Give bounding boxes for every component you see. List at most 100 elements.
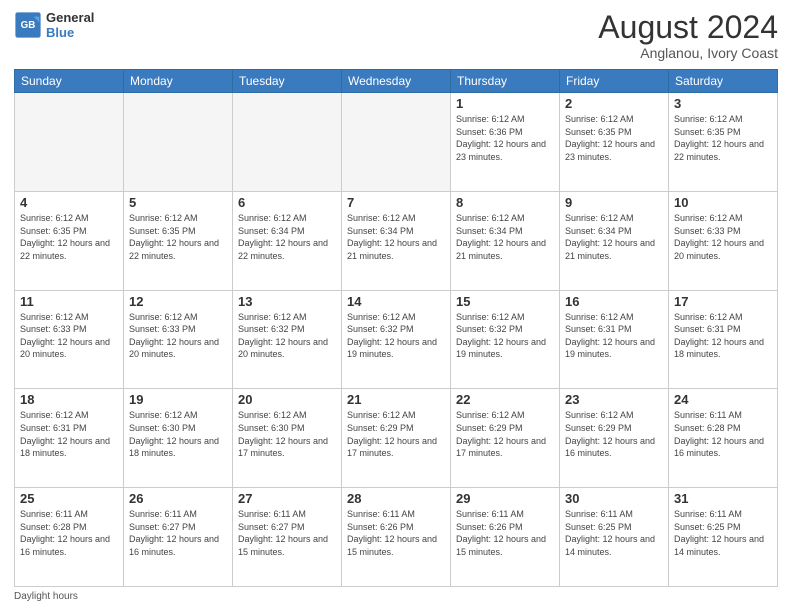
- day-info: Sunrise: 6:12 AM Sunset: 6:36 PM Dayligh…: [456, 113, 554, 163]
- day-info: Sunrise: 6:12 AM Sunset: 6:35 PM Dayligh…: [674, 113, 772, 163]
- day-number: 14: [347, 294, 445, 309]
- title-block: August 2024 Anglanou, Ivory Coast: [598, 10, 778, 61]
- day-info: Sunrise: 6:12 AM Sunset: 6:34 PM Dayligh…: [456, 212, 554, 262]
- day-number: 2: [565, 96, 663, 111]
- day-number: 1: [456, 96, 554, 111]
- calendar-cell: 10 Sunrise: 6:12 AM Sunset: 6:33 PM Dayli…: [669, 191, 778, 290]
- day-info: Sunrise: 6:12 AM Sunset: 6:33 PM Dayligh…: [674, 212, 772, 262]
- calendar-cell: 11Sunrise: 6:12 AM Sunset: 6:33 PM Dayli…: [15, 290, 124, 389]
- calendar-cell: 19 Sunrise: 6:12 AM Sunset: 6:30 PM Dayli…: [124, 389, 233, 488]
- day-number: 11: [20, 294, 118, 309]
- calendar-cell: [15, 93, 124, 192]
- day-number: 16: [565, 294, 663, 309]
- logo-text: General Blue: [46, 10, 94, 40]
- header-sunday: Sunday: [15, 70, 124, 93]
- day-info: Sunrise: 6:11 AM Sunset: 6:28 PM Dayligh…: [20, 508, 118, 558]
- calendar-cell: 13 Sunrise: 6:12 AM Sunset: 6:32 PM Dayli…: [233, 290, 342, 389]
- calendar-cell: 29 Sunrise: 6:11 AM Sunset: 6:26 PM Dayli…: [451, 488, 560, 587]
- calendar-cell: 20Sunrise: 6:12 AM Sunset: 6:30 PM Dayli…: [233, 389, 342, 488]
- logo: GB General Blue: [14, 10, 94, 40]
- day-number: 26: [129, 491, 227, 506]
- day-number: 6: [238, 195, 336, 210]
- day-number: 10: [674, 195, 772, 210]
- calendar-cell: 3 Sunrise: 6:12 AM Sunset: 6:35 PM Daylig…: [669, 93, 778, 192]
- day-number: 29: [456, 491, 554, 506]
- calendar-cell: [233, 93, 342, 192]
- calendar-cell: [342, 93, 451, 192]
- calendar-cell: 16 Sunrise: 6:12 AM Sunset: 6:31 PM Dayli…: [560, 290, 669, 389]
- calendar-week-4: 25Sunrise: 6:11 AM Sunset: 6:28 PM Dayli…: [15, 488, 778, 587]
- calendar-header-row: Sunday Monday Tuesday Wednesday Thursday…: [15, 70, 778, 93]
- day-number: 9: [565, 195, 663, 210]
- calendar-cell: 15 Sunrise: 6:12 AM Sunset: 6:32 PM Dayli…: [451, 290, 560, 389]
- header-saturday: Saturday: [669, 70, 778, 93]
- day-info: Sunrise: 6:12 AM Sunset: 6:34 PM Dayligh…: [565, 212, 663, 262]
- calendar-table: Sunday Monday Tuesday Wednesday Thursday…: [14, 69, 778, 587]
- calendar-cell: 1 Sunrise: 6:12 AM Sunset: 6:36 PM Daylig…: [451, 93, 560, 192]
- calendar-cell: [124, 93, 233, 192]
- day-number: 19: [129, 392, 227, 407]
- day-number: 24: [674, 392, 772, 407]
- day-number: 21: [347, 392, 445, 407]
- day-info: Sunrise: 6:12 AM Sunset: 6:33 PM Dayligh…: [129, 311, 227, 361]
- calendar-cell: 25Sunrise: 6:11 AM Sunset: 6:28 PM Dayli…: [15, 488, 124, 587]
- calendar-title: August 2024: [598, 10, 778, 45]
- day-info: Sunrise: 6:12 AM Sunset: 6:30 PM Dayligh…: [238, 409, 336, 459]
- day-info: Sunrise: 6:12 AM Sunset: 6:29 PM Dayligh…: [565, 409, 663, 459]
- calendar-cell: 14 Sunrise: 6:12 AM Sunset: 6:32 PM Dayli…: [342, 290, 451, 389]
- calendar-cell: 18Sunrise: 6:12 AM Sunset: 6:31 PM Dayli…: [15, 389, 124, 488]
- page: GB General Blue August 2024 Anglanou, Iv…: [0, 0, 792, 612]
- day-info: Sunrise: 6:11 AM Sunset: 6:27 PM Dayligh…: [238, 508, 336, 558]
- day-number: 4: [20, 195, 118, 210]
- day-number: 18: [20, 392, 118, 407]
- header-friday: Friday: [560, 70, 669, 93]
- calendar-body: 1 Sunrise: 6:12 AM Sunset: 6:36 PM Daylig…: [15, 93, 778, 587]
- day-info: Sunrise: 6:12 AM Sunset: 6:29 PM Dayligh…: [347, 409, 445, 459]
- calendar-week-3: 18Sunrise: 6:12 AM Sunset: 6:31 PM Dayli…: [15, 389, 778, 488]
- day-number: 23: [565, 392, 663, 407]
- day-number: 3: [674, 96, 772, 111]
- calendar-cell: 24Sunrise: 6:11 AM Sunset: 6:28 PM Dayli…: [669, 389, 778, 488]
- calendar-cell: 31 Sunrise: 6:11 AM Sunset: 6:25 PM Dayli…: [669, 488, 778, 587]
- day-info: Sunrise: 6:12 AM Sunset: 6:31 PM Dayligh…: [674, 311, 772, 361]
- header-monday: Monday: [124, 70, 233, 93]
- day-number: 30: [565, 491, 663, 506]
- calendar-cell: 2 Sunrise: 6:12 AM Sunset: 6:35 PM Daylig…: [560, 93, 669, 192]
- calendar-cell: 6 Sunrise: 6:12 AM Sunset: 6:34 PM Daylig…: [233, 191, 342, 290]
- calendar-cell: 21 Sunrise: 6:12 AM Sunset: 6:29 PM Dayli…: [342, 389, 451, 488]
- logo-icon: GB: [14, 11, 42, 39]
- day-number: 22: [456, 392, 554, 407]
- day-number: 13: [238, 294, 336, 309]
- day-info: Sunrise: 6:11 AM Sunset: 6:25 PM Dayligh…: [565, 508, 663, 558]
- day-info: Sunrise: 6:12 AM Sunset: 6:29 PM Dayligh…: [456, 409, 554, 459]
- day-info: Sunrise: 6:11 AM Sunset: 6:26 PM Dayligh…: [347, 508, 445, 558]
- header-wednesday: Wednesday: [342, 70, 451, 93]
- day-number: 7: [347, 195, 445, 210]
- day-info: Sunrise: 6:12 AM Sunset: 6:30 PM Dayligh…: [129, 409, 227, 459]
- day-info: Sunrise: 6:12 AM Sunset: 6:32 PM Dayligh…: [238, 311, 336, 361]
- day-info: Sunrise: 6:12 AM Sunset: 6:32 PM Dayligh…: [456, 311, 554, 361]
- day-info: Sunrise: 6:12 AM Sunset: 6:35 PM Dayligh…: [20, 212, 118, 262]
- calendar-cell: 12Sunrise: 6:12 AM Sunset: 6:33 PM Dayli…: [124, 290, 233, 389]
- calendar-week-2: 11 Sunrise: 6:12 AM Sunset: 6:33 PM Dayli…: [15, 290, 778, 389]
- day-number: 31: [674, 491, 772, 506]
- calendar-cell: 8 Sunrise: 6:12 AM Sunset: 6:34 PM Daylig…: [451, 191, 560, 290]
- calendar-cell: 27 Sunrise: 6:11 AM Sunset: 6:27 PM Dayli…: [233, 488, 342, 587]
- calendar-cell: 7Sunrise: 6:12 AM Sunset: 6:34 PM Daylig…: [342, 191, 451, 290]
- calendar-cell: 22 Sunrise: 6:12 AM Sunset: 6:29 PM Dayli…: [451, 389, 560, 488]
- day-number: 8: [456, 195, 554, 210]
- svg-text:GB: GB: [21, 20, 36, 31]
- day-info: Sunrise: 6:12 AM Sunset: 6:32 PM Dayligh…: [347, 311, 445, 361]
- day-number: 27: [238, 491, 336, 506]
- day-number: 17: [674, 294, 772, 309]
- header: GB General Blue August 2024 Anglanou, Iv…: [14, 10, 778, 61]
- day-info: Sunrise: 6:12 AM Sunset: 6:34 PM Dayligh…: [238, 212, 336, 262]
- day-info: Sunrise: 6:11 AM Sunset: 6:27 PM Dayligh…: [129, 508, 227, 558]
- calendar-cell: 26 Sunrise: 6:11 AM Sunset: 6:27 PM Dayli…: [124, 488, 233, 587]
- calendar-cell: 9 Sunrise: 6:12 AM Sunset: 6:34 PM Daylig…: [560, 191, 669, 290]
- day-number: 15: [456, 294, 554, 309]
- day-info: Sunrise: 6:12 AM Sunset: 6:35 PM Dayligh…: [565, 113, 663, 163]
- day-info: Sunrise: 6:11 AM Sunset: 6:25 PM Dayligh…: [674, 508, 772, 558]
- day-info: Sunrise: 6:11 AM Sunset: 6:26 PM Dayligh…: [456, 508, 554, 558]
- day-info: Sunrise: 6:12 AM Sunset: 6:31 PM Dayligh…: [565, 311, 663, 361]
